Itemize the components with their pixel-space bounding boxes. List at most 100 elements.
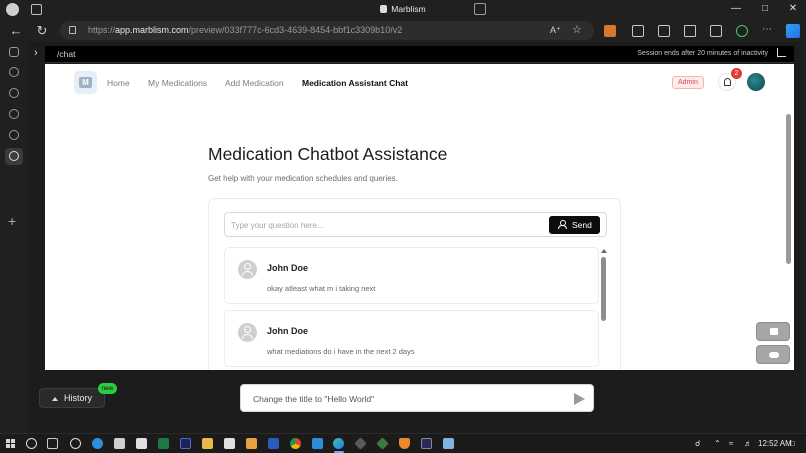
metamask-extension-icon[interactable] xyxy=(604,25,616,37)
caret-up-icon xyxy=(52,397,58,401)
message-text: what mediations do i have in the next 2 … xyxy=(267,347,415,356)
bell-icon xyxy=(724,78,731,86)
favorites-icon[interactable] xyxy=(684,25,696,37)
preview-path[interactable]: /chat xyxy=(57,49,75,59)
git-icon[interactable] xyxy=(376,437,389,450)
vlc-icon[interactable] xyxy=(399,438,410,449)
send-button[interactable]: Send xyxy=(549,216,600,234)
browser-essentials-icon[interactable] xyxy=(736,25,748,37)
url-prefix: https:// xyxy=(88,25,116,35)
logo-letter: M xyxy=(79,77,92,88)
message-author: John Doe xyxy=(267,326,309,336)
open-external-icon[interactable] xyxy=(777,48,786,57)
wifi-icon[interactable]: ≈ xyxy=(729,439,733,448)
excel-icon[interactable] xyxy=(158,438,169,449)
float-gallery-button[interactable] xyxy=(756,322,790,341)
app-viewport: M Home My Medications Add Medication Med… xyxy=(45,64,794,370)
vscode-icon[interactable] xyxy=(312,438,323,449)
admin-badge: Admin xyxy=(672,76,704,89)
url-host: app.marblism.com xyxy=(115,25,189,35)
message-list-scrollbar[interactable] xyxy=(600,247,607,370)
extensions-icon[interactable] xyxy=(632,25,644,37)
page-title: Medication Chatbot Assistance xyxy=(208,144,448,164)
calculator-icon[interactable] xyxy=(114,438,125,449)
preview-bar: › /chat Session ends after 20 minutes of… xyxy=(34,46,794,63)
store-icon[interactable] xyxy=(136,438,147,449)
address-bar[interactable]: https://app.marblism.com/preview/033f777… xyxy=(60,21,594,40)
copilot-icon[interactable] xyxy=(786,24,800,38)
sidebar-tab-icon[interactable] xyxy=(9,151,19,161)
new-badge: new xyxy=(98,383,117,394)
url-path: /preview/033f777c-6cd3-4639-8454-bbf1c33… xyxy=(188,25,403,35)
intellij-icon[interactable] xyxy=(421,438,432,449)
window-title: Marblism xyxy=(0,4,806,14)
minimize-icon[interactable]: — xyxy=(726,2,746,16)
notification-center-icon[interactable]: □ xyxy=(790,439,795,448)
history-button[interactable]: History xyxy=(39,388,105,408)
new-tab-icon[interactable]: + xyxy=(8,213,16,229)
people-icon[interactable]: ☌ xyxy=(695,439,700,448)
photoshop-icon[interactable] xyxy=(180,438,191,449)
chat-card: Send John Doe okay atleast what m i taki… xyxy=(208,198,621,370)
prompt-input[interactable] xyxy=(253,392,553,406)
nav-home[interactable]: Home xyxy=(107,78,130,88)
taskbar: ☌ ⌃ ≈ ♬ 12:52 AM □ xyxy=(0,433,806,453)
chrome-icon[interactable] xyxy=(290,438,301,449)
float-discord-button[interactable] xyxy=(756,345,790,364)
question-input[interactable] xyxy=(231,218,541,232)
file-explorer-icon[interactable] xyxy=(202,438,213,449)
lock-icon xyxy=(69,26,76,34)
windows-start-icon[interactable] xyxy=(6,439,16,449)
edge-icon[interactable] xyxy=(92,438,103,449)
url-text[interactable]: https://app.marblism.com/preview/033f777… xyxy=(88,25,402,35)
send-label: Send xyxy=(572,220,592,230)
chrome-alt-icon[interactable] xyxy=(70,438,81,449)
chevron-right-icon[interactable]: › xyxy=(34,47,38,59)
sidebar-tab-icon[interactable] xyxy=(9,109,19,119)
word-icon[interactable] xyxy=(268,438,279,449)
app-diamond-icon[interactable] xyxy=(354,437,367,450)
user-avatar-icon xyxy=(238,323,257,342)
session-note: Session ends after 20 minutes of inactiv… xyxy=(637,50,768,57)
nav-my-medications[interactable]: My Medications xyxy=(148,78,207,88)
user-avatar[interactable] xyxy=(747,73,765,91)
maximize-icon[interactable]: □ xyxy=(755,2,775,16)
sidebar-panel-icon[interactable] xyxy=(9,47,19,57)
user-avatar-icon xyxy=(238,260,257,279)
clock-time[interactable]: 12:52 AM xyxy=(758,439,792,448)
volume-icon[interactable]: ♬ xyxy=(744,439,752,448)
sidebar-tab-icon[interactable] xyxy=(9,130,19,140)
more-menu-icon[interactable]: ⋯ xyxy=(762,25,774,38)
split-screen-icon[interactable] xyxy=(658,25,670,37)
question-field: Send xyxy=(224,212,607,237)
favorite-star-icon[interactable]: ☆ xyxy=(572,23,582,36)
tab-overview-icon[interactable] xyxy=(474,3,486,15)
app-logo[interactable]: M xyxy=(74,71,97,94)
history-label: History xyxy=(64,393,93,403)
sublime-icon[interactable] xyxy=(246,438,257,449)
browser-toolbar: ← ↻ https://app.marblism.com/preview/033… xyxy=(0,19,806,42)
nav-medication-assistant-chat[interactable]: Medication Assistant Chat xyxy=(302,78,408,88)
mail-icon[interactable] xyxy=(224,438,235,449)
sidebar-tab-icon[interactable] xyxy=(9,67,19,77)
page-scrollbar-thumb[interactable] xyxy=(786,114,791,264)
send-arrow-icon[interactable] xyxy=(574,393,585,405)
scrollbar-thumb[interactable] xyxy=(601,257,606,321)
collections-icon[interactable] xyxy=(710,25,722,37)
sidebar-tab-icon[interactable] xyxy=(9,88,19,98)
reload-icon[interactable]: ↻ xyxy=(34,23,50,39)
close-icon[interactable]: ✕ xyxy=(783,2,803,16)
browser-title-bar: Marblism — □ ✕ xyxy=(0,0,806,19)
read-aloud-icon[interactable]: A⁺ xyxy=(550,25,561,36)
browser-sidebar: + xyxy=(0,42,28,433)
message-list[interactable]: John Doe okay atleast what m i taking ne… xyxy=(224,247,607,370)
scroll-up-icon[interactable] xyxy=(601,249,607,253)
back-icon[interactable]: ← xyxy=(8,23,24,39)
edge-active-icon[interactable] xyxy=(333,438,344,449)
user-icon xyxy=(558,220,567,229)
tray-chevron-icon[interactable]: ⌃ xyxy=(714,439,721,448)
task-view-icon[interactable] xyxy=(47,438,58,449)
notepad-icon[interactable] xyxy=(443,438,454,449)
nav-add-medication[interactable]: Add Medication xyxy=(225,78,284,88)
search-icon[interactable] xyxy=(26,438,37,449)
